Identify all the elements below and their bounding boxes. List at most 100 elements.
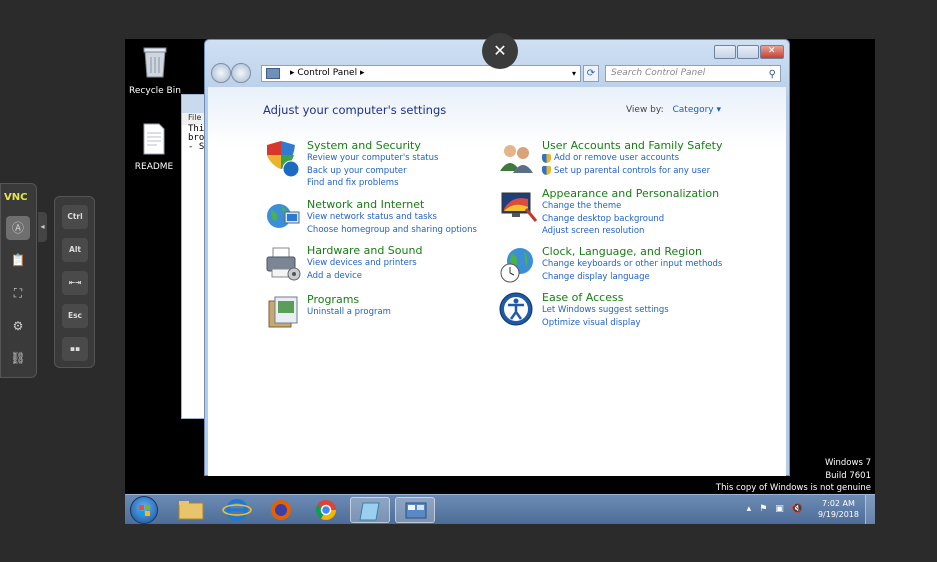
link-text: Set up parental controls for any user xyxy=(554,165,711,176)
view-by-dropdown[interactable]: Category ▾ xyxy=(672,105,721,115)
breadcrumb-arrow-icon: ▸ xyxy=(357,68,365,78)
parental-controls-link[interactable]: Set up parental controls for any user xyxy=(542,165,722,178)
search-placeholder: Search Control Panel xyxy=(611,68,706,78)
screen-resolution-link[interactable]: Adjust screen resolution xyxy=(542,225,719,238)
notepad-icon xyxy=(359,502,380,521)
page-title: Adjust your computer's settings xyxy=(263,103,447,117)
category-network-internet: Network and Internet View network status… xyxy=(263,198,477,238)
notepad-taskbar-button[interactable] xyxy=(350,497,390,523)
programs-link[interactable]: Programs xyxy=(307,293,391,306)
change-keyboards-link[interactable]: Change keyboards or other input methods xyxy=(542,258,722,271)
minimize-button[interactable] xyxy=(714,45,736,59)
backup-link[interactable]: Back up your computer xyxy=(307,165,438,178)
folder-icon xyxy=(178,501,204,520)
dropdown-arrow-icon[interactable]: ▾ xyxy=(572,66,576,81)
chrome-icon xyxy=(315,500,336,520)
view-by: View by: Category ▾ xyxy=(626,105,721,115)
change-theme-link[interactable]: Change the theme xyxy=(542,200,719,213)
view-by-label: View by: xyxy=(625,105,664,115)
category-appearance: Appearance and Personalization Change th… xyxy=(498,187,719,238)
readme-label: README xyxy=(134,162,174,172)
disconnect-icon[interactable]: ⛓ xyxy=(6,346,30,370)
window-controls xyxy=(713,45,784,59)
show-hidden-icons-icon[interactable]: ▴ xyxy=(747,504,752,514)
more-keys-icon[interactable]: ▪▪ xyxy=(62,337,88,361)
printer-icon xyxy=(266,247,301,281)
text-file-icon xyxy=(143,123,165,155)
hardware-sound-link[interactable]: Hardware and Sound xyxy=(307,244,422,257)
address-bar[interactable]: ▸ Control Panel ▸ ▾ xyxy=(261,65,581,82)
internet-explorer-taskbar-button[interactable] xyxy=(217,497,257,523)
chrome-taskbar-button[interactable] xyxy=(306,497,346,523)
search-input[interactable]: Search Control Panel ⚲ xyxy=(605,65,781,82)
desktop-icon-readme[interactable]: README xyxy=(125,123,184,172)
devices-printers-link[interactable]: View devices and printers xyxy=(307,257,422,270)
tab-key-icon[interactable]: ⇤⇥ xyxy=(62,271,88,295)
start-button[interactable] xyxy=(130,496,158,524)
watermark-line: Build 7601 xyxy=(825,470,871,481)
recycle-bin-label: Recycle Bin xyxy=(129,86,181,96)
alt-key-button[interactable]: Alt xyxy=(62,238,88,262)
firefox-taskbar-button[interactable] xyxy=(261,497,301,523)
add-remove-accounts-link[interactable]: Add or remove user accounts xyxy=(542,152,722,165)
breadcrumb[interactable]: Control Panel xyxy=(297,68,357,78)
firefox-icon xyxy=(271,500,291,520)
shield-icon xyxy=(267,141,300,178)
close-overlay-button[interactable]: ✕ xyxy=(482,33,518,69)
system-security-link[interactable]: System and Security xyxy=(307,139,438,152)
esc-key-button[interactable]: Esc xyxy=(62,304,88,328)
find-fix-link[interactable]: Find and fix problems xyxy=(307,177,438,190)
fullscreen-icon[interactable]: ⛶ xyxy=(6,281,30,305)
internet-explorer-icon xyxy=(222,499,252,521)
control-panel-icon xyxy=(266,68,280,79)
category-system-security: System and Security Review your computer… xyxy=(263,139,438,190)
settings-gear-icon[interactable]: ⚙ xyxy=(6,314,30,338)
uninstall-link[interactable]: Uninstall a program xyxy=(307,306,391,319)
desktop-background-link[interactable]: Change desktop background xyxy=(542,213,719,226)
control-panel-taskbar-button[interactable] xyxy=(395,497,435,523)
keyboard-icon[interactable]: Ⓐ xyxy=(6,216,30,240)
taskbar: ▴ ⚑ ▣ 🔇 7:02 AM 9/19/2018 xyxy=(125,494,875,524)
windows-logo-icon xyxy=(139,505,150,516)
network-internet-link[interactable]: Network and Internet xyxy=(307,198,477,211)
action-center-flag-icon[interactable]: ⚑ xyxy=(759,504,767,514)
display-language-link[interactable]: Change display language xyxy=(542,271,722,284)
category-user-accounts: User Accounts and Family Safety Add or r… xyxy=(498,139,722,179)
suggest-settings-link[interactable]: Let Windows suggest settings xyxy=(542,304,669,317)
windows-watermark: Windows 7 Build 7601 This copy of Window… xyxy=(716,457,871,495)
desktop-icon-recycle-bin[interactable]: Recycle Bin xyxy=(125,45,185,96)
category-clock-language: Clock, Language, and Region Change keybo… xyxy=(498,245,722,285)
maximize-button[interactable] xyxy=(737,45,759,59)
clipboard-icon[interactable]: 📋 xyxy=(6,248,30,272)
volume-muted-icon[interactable]: 🔇 xyxy=(792,504,803,514)
recycle-bin-icon xyxy=(143,47,167,78)
clock-language-link[interactable]: Clock, Language, and Region xyxy=(542,245,722,258)
clock[interactable]: 7:02 AM 9/19/2018 xyxy=(818,498,859,520)
users-icon xyxy=(500,145,533,173)
user-accounts-link[interactable]: User Accounts and Family Safety xyxy=(542,139,722,152)
back-button[interactable] xyxy=(211,63,231,83)
system-tray-icons: ▴ ⚑ ▣ 🔇 xyxy=(747,504,803,514)
control-panel-window[interactable]: ▸ Control Panel ▸ ▾ ⟳ Search Control Pan… xyxy=(204,39,790,476)
refresh-button[interactable]: ⟳ xyxy=(583,65,599,82)
uac-shield-icon xyxy=(542,166,551,176)
network-icon[interactable]: ▣ xyxy=(775,504,784,514)
close-window-button[interactable] xyxy=(760,45,784,59)
add-device-link[interactable]: Add a device xyxy=(307,270,422,283)
network-status-link[interactable]: View network status and tasks xyxy=(307,211,477,224)
ctrl-key-button[interactable]: Ctrl xyxy=(62,205,88,229)
optimize-display-link[interactable]: Optimize visual display xyxy=(542,317,669,330)
appearance-link[interactable]: Appearance and Personalization xyxy=(542,187,719,200)
monitor-paint-icon xyxy=(501,192,538,222)
toolbar-handle[interactable]: ◂ xyxy=(38,212,47,242)
forward-button[interactable] xyxy=(231,63,251,83)
clock-globe-icon xyxy=(500,248,533,283)
explorer-taskbar-button[interactable] xyxy=(171,497,211,523)
network-globe-icon xyxy=(267,204,300,228)
search-icon[interactable]: ⚲ xyxy=(769,67,776,82)
show-desktop-button[interactable] xyxy=(865,495,875,524)
homegroup-link[interactable]: Choose homegroup and sharing options xyxy=(307,224,477,237)
review-status-link[interactable]: Review your computer's status xyxy=(307,152,438,165)
control-panel-icon xyxy=(405,502,427,519)
ease-of-access-link[interactable]: Ease of Access xyxy=(542,291,669,304)
